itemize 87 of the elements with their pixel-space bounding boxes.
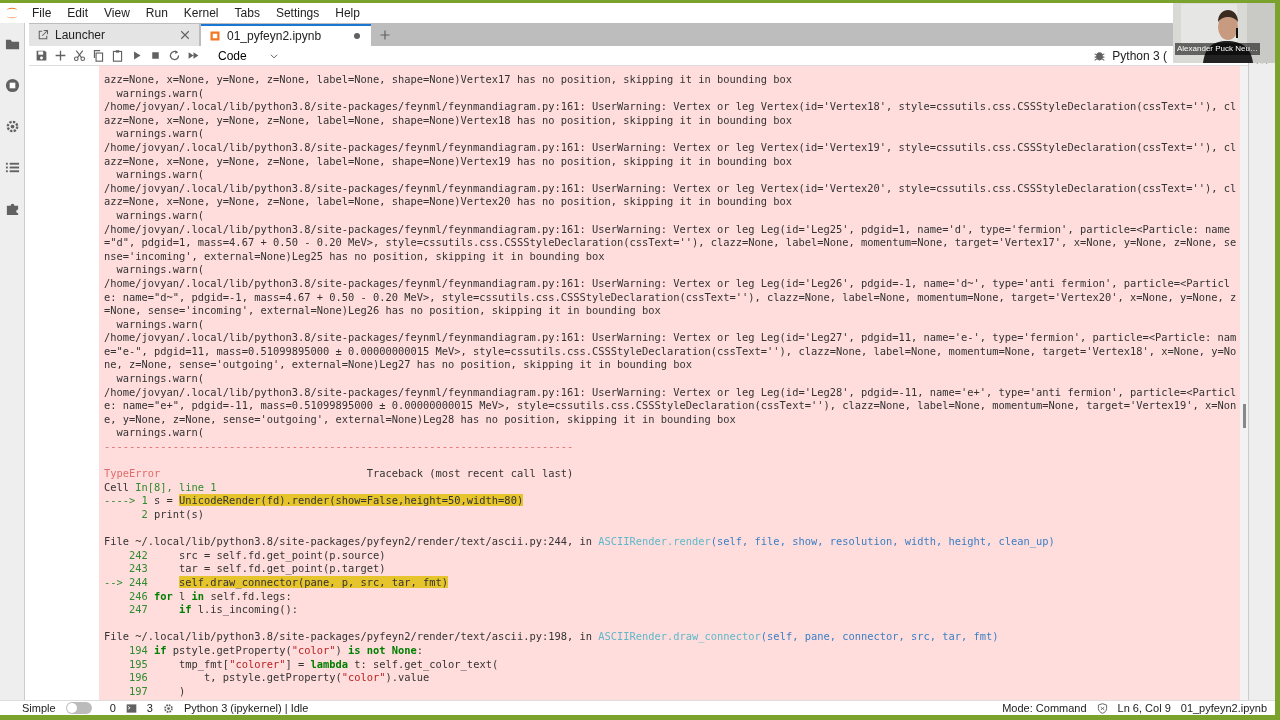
warning-line: azz=None, x=None, y=None, z=None, label=None, shape=None)Vertex20 has no position, skipping it in bounding box: [104, 195, 794, 209]
shield-icon[interactable]: [1096, 702, 1108, 714]
traceback-line: 197 ): [128, 684, 187, 699]
warning-line: /home/jovyan/.local/lib/python3.8/site-packages/feynml/feynmandiagram.py:161: UserWarning: Vertex or leg Vertex(id='Vertex19', style=cssutils.css.CSSStyleDeclaration(cssText=''), cl: [104, 140, 1238, 155]
traceback-line: 247 if l.is_incoming():: [128, 603, 299, 617]
tab[interactable]: 01_pyfeyn2.ipynb: [201, 24, 371, 46]
mode-status[interactable]: Mode: Command: [1002, 699, 1087, 715]
warning-line: warnings.warn(: [115, 86, 206, 101]
warning-line: ="d", pdgid=1, mass=4.67 + 0.50 - 0.20 MeV>, style=cssutils.css.CSSStyleDeclaration(cssText=''), clazz=None, label=None, momentum=None, target='Vertex17', x=None, y=None, z=None, se: [104, 236, 1238, 250]
menu-item[interactable]: Tabs: [226, 4, 268, 22]
menu-item[interactable]: Edit: [59, 4, 97, 22]
warning-line: e, y=None, z=None, sense='outgoing', external=None)Leg28 has no position, skipping it in bounding box: [104, 412, 737, 427]
terminal-icon[interactable]: [125, 702, 137, 714]
warning-line: /home/jovyan/.local/lib/python3.8/site-packages/feynml/feynmandiagram.py:161: UserWarning: Vertex or leg Leg(id='Leg26', pdgid=-1, name='d~', type='anti fermion', particle=<Particl: [104, 276, 1232, 291]
kernel-name[interactable]: Python 3 (: [1112, 46, 1167, 65]
traceback-line: TypeError Traceback (most recent call last): [104, 466, 575, 481]
puzzle-icon[interactable]: [4, 201, 20, 216]
warning-line: warnings.warn(: [115, 208, 206, 223]
warning-line: warnings.warn(: [115, 168, 206, 182]
file-name: 01_pyfeyn2.ipynb: [1180, 700, 1267, 715]
warning-line: ne, z=None, sense='outgoing', external=None)Leg27 has no position, skipping it in bounding box: [104, 358, 694, 373]
warning-line: /home/jovyan/.local/lib/python3.8/site-packages/feynml/feynmandiagram.py:161: UserWarning: Vertex or leg Leg(id='Leg28', pdgid=-11, name='e+', type='anti fermion', particle=<Particl: [104, 385, 1238, 400]
traceback-line: File ~/.local/lib/python3.8/site-packages/pyfeyn2/render/text/ascii.py:198, in ASCIIRender.draw_connector(self, pane, connector, src, tar, fmt): [104, 629, 1000, 644]
menu-item[interactable]: Kernel: [175, 4, 227, 22]
traceback-line: File ~/.local/lib/python3.8/site-packages/pyfeyn2/render/text/ascii.py:244, in ASCIIRender.render(self, file, show, resolution, width, height, clean_up): [104, 534, 1056, 549]
cursor-position[interactable]: Ln 6, Col 9: [1117, 699, 1171, 715]
restart-icon[interactable]: [168, 49, 181, 62]
folder-icon[interactable]: [4, 37, 20, 52]
cut-icon[interactable]: [73, 49, 86, 62]
terminal-count: 0: [109, 700, 116, 715]
warning-line: azz=None, x=None, y=None, z=None, label=None, shape=None)Vertex17 has no position, skipping it in bounding box: [104, 73, 794, 87]
gear-icon[interactable]: [162, 702, 174, 714]
kernel-status[interactable]: Python 3 (ipykernel) | Idle: [183, 699, 309, 715]
participant-name: Alexander Puck Neu…: [1175, 43, 1260, 55]
menu-item[interactable]: Settings: [267, 4, 328, 22]
close-icon[interactable]: [179, 29, 191, 41]
traceback-line: 196 t, pstyle.getProperty("color").value: [128, 671, 431, 685]
warning-line: warnings.warn(: [115, 317, 206, 332]
warning-line: warnings.warn(: [115, 127, 206, 141]
warning-line: azz=None, x=None, y=None, z=None, label=None, shape=None)Vertex18 has no position, skipping it in bounding box: [104, 113, 794, 128]
traceback-line: 243 tar = self.fd.get_point(p.target): [128, 562, 387, 576]
menu-item[interactable]: Run: [137, 4, 176, 22]
menu-item[interactable]: View: [96, 4, 138, 22]
traceback-line: 246 for l in self.fd.legs:: [128, 589, 293, 604]
cell-type-dropdown[interactable]: Code: [206, 46, 285, 65]
mode-label: Simple: [22, 700, 56, 715]
warning-line: azz=None, x=None, y=None, z=None, label=None, shape=None)Vertex19 has no position, skipping it in bounding box: [104, 154, 794, 169]
traceback-line: 194 if pstyle.getProperty("color") is not None:: [128, 643, 425, 658]
tab[interactable]: Launcher: [29, 24, 199, 46]
list-icon[interactable]: [4, 160, 20, 175]
gear-icon[interactable]: [4, 119, 20, 134]
launch-icon: [37, 29, 49, 41]
simple-toggle[interactable]: [65, 702, 92, 714]
bug-icon[interactable]: [1093, 49, 1107, 62]
traceback-line: 195 tmp_fmt["colorer"] = lambda t: self.get_color_text(: [128, 657, 500, 672]
traceback-line: 2 print(s): [140, 508, 206, 522]
warning-line: /home/jovyan/.local/lib/python3.8/site-packages/feynml/feynmandiagram.py:161: UserWarning: Vertex or leg Leg(id='Leg25', pdgid=1, name='d', type='fermion', particle=<Particle: name: [104, 222, 1232, 237]
copy-icon[interactable]: [92, 49, 105, 62]
kernel-count: 3: [146, 700, 153, 715]
warning-line: warnings.warn(: [115, 426, 206, 441]
warning-line: warnings.warn(: [115, 372, 206, 386]
traceback-line: ---------------------------------------------------------------------------: [104, 440, 575, 454]
warning-line: e="e-", pdgid=11, mass=0.51099895000 ± 0.00000000015 MeV>, style=cssutils.css.CSSStyleDeclaration(cssText=''), clazz=None, label=None, momentum=None, target='Vertex18', x=None, y=No: [104, 344, 1238, 359]
warning-line: e: name="e+", pdgid=-11, mass=0.51099895000 ± 0.00000000015 MeV>, style=cssutils.css.CSSStyleDeclaration(cssText=''), clazz=None, label=None, momentum=None, target='Vertex19', x=Non: [104, 399, 1238, 413]
traceback-line: 242 src = self.fd.get_point(p.source): [128, 548, 387, 563]
stop-icon[interactable]: [149, 49, 162, 62]
warning-line: e: name="d~", pdgid=-1, mass=4.67 + 0.50 - 0.20 MeV>, style=cssutils.css.CSSStyleDeclaration(cssText=''), clazz=None, label=None, momentum=None, target='Vertex20', x=None, y=None, z: [104, 290, 1238, 305]
warning-line: /home/jovyan/.local/lib/python3.8/site-packages/feynml/feynmandiagram.py:161: UserWarning: Vertex or leg Leg(id='Leg27', pdgid=11, name='e-', type='fermion', particle=<Particle: nam: [104, 331, 1238, 345]
warning-line: /home/jovyan/.local/lib/python3.8/site-packages/feynml/feynmandiagram.py:161: UserWarning: Vertex or leg Vertex(id='Vertex20', style=cssutils.css.CSSStyleDeclaration(cssText=''), cl: [104, 181, 1238, 196]
logo-icon: [5, 6, 19, 20]
warning-line: nse='incoming', external=None)Leg25 has no position, skipping it in bounding box: [104, 249, 606, 264]
unsaved-dot-icon[interactable]: [351, 30, 363, 42]
warning-line: /home/jovyan/.local/lib/python3.8/site-packages/feynml/feynmandiagram.py:161: UserWarning: Vertex or leg Vertex(id='Vertex18', style=cssutils.css.CSSStyleDeclaration(cssText=''), cl: [104, 100, 1238, 114]
save-icon[interactable]: [35, 49, 48, 62]
plus-icon: [379, 29, 391, 41]
menu-item[interactable]: Help: [327, 4, 368, 22]
warning-line: =None, sense='incoming', external=None)Leg26 has no position, skipping it in bounding box: [104, 304, 662, 318]
scrollbar-thumb[interactable]: [1242, 404, 1246, 428]
traceback-line: Cell In[8], line 1: [104, 480, 218, 495]
notebook-icon: [209, 30, 221, 42]
paste-icon[interactable]: [111, 49, 124, 62]
stop-icon[interactable]: [4, 78, 20, 93]
warning-line: warnings.warn(: [115, 263, 206, 277]
traceback-line: ----> 1 s = UnicodeRender(fd).render(show=False,height=50,width=80): [104, 494, 525, 508]
traceback-line: --> 244 self.draw_connector(pane, p, src, tar, fmt): [104, 575, 450, 590]
plus-icon[interactable]: [54, 49, 67, 62]
menu-item[interactable]: File: [24, 4, 60, 22]
